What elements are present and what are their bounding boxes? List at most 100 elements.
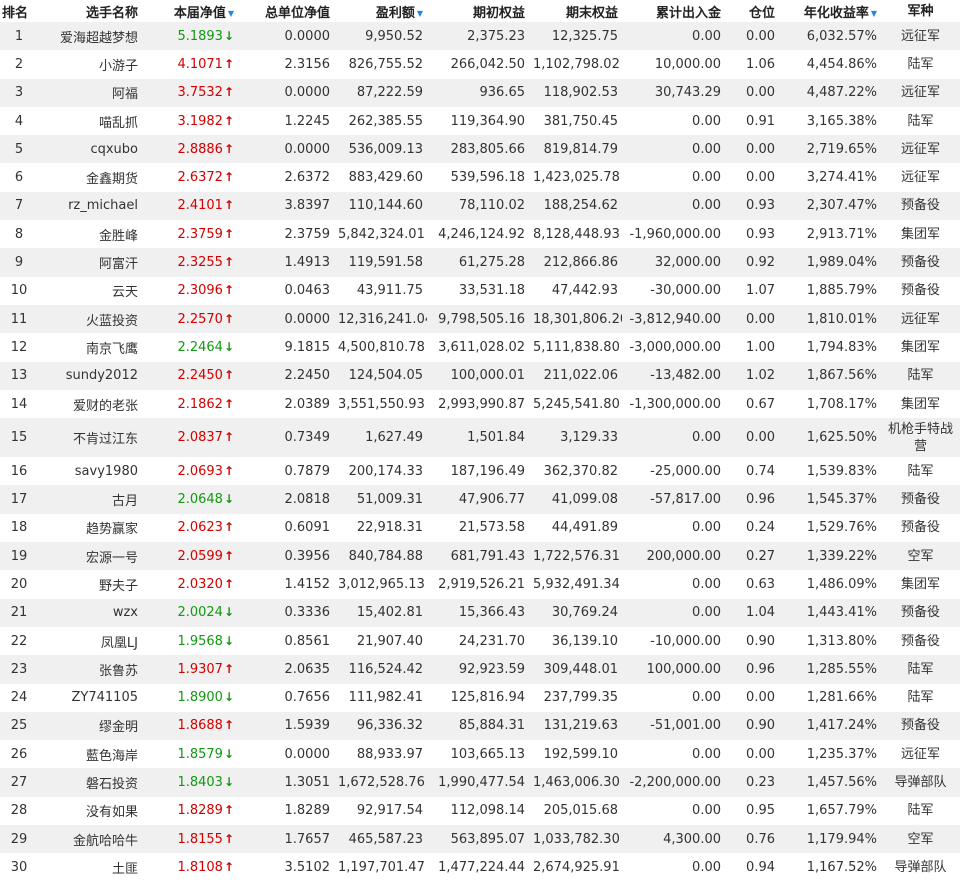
annual-cell: 1,794.83% <box>806 339 877 355</box>
position-cell: 0.93 <box>746 226 775 242</box>
army-cell: 预备役 <box>900 492 940 508</box>
army-cell: 预备役 <box>900 520 940 536</box>
end-equity-cell: 212,866.86 <box>543 255 618 271</box>
unit-nav-cell: 1.4152 <box>284 576 331 592</box>
name-cell: 南京飞鹰 <box>85 341 138 357</box>
nav-cell: 2.2570↑ <box>177 311 234 327</box>
header-net-flow: 累计出入金 <box>622 0 725 22</box>
army-cell: 导弹部队 <box>894 859 947 875</box>
end-equity-cell: 18,301,806.20 <box>533 311 622 327</box>
unit-nav-cell: 0.0000 <box>284 746 331 762</box>
army-cell: 集团军 <box>900 396 940 412</box>
arrow-up-icon: ↑ <box>223 430 234 445</box>
end-equity-cell: 8,128,448.93 <box>533 226 620 242</box>
rank-cell: 15 <box>10 430 28 446</box>
unit-nav-cell: 2.0818 <box>284 492 331 508</box>
army-cell: 机枪手特战营 <box>887 421 953 454</box>
name-cell: 土匪 <box>111 861 138 877</box>
position-cell: 0.74 <box>746 463 775 479</box>
table-row: 13 sundy2012 2.2450↑ 2.2450 124,504.05 100,00… <box>0 361 960 390</box>
rank-cell: 30 <box>10 859 28 875</box>
nav-cell: 2.0837↑ <box>177 430 234 446</box>
position-cell: 1.02 <box>746 368 775 384</box>
table-row: 15 不肯过江东 2.0837↑ 0.7349 1,627.49 1,501.84 3,12… <box>0 418 960 458</box>
profit-cell: 200,174.33 <box>348 463 423 479</box>
unit-nav-cell: 3.8397 <box>284 198 331 214</box>
profit-cell: 43,911.75 <box>356 283 423 299</box>
position-cell: 0.96 <box>746 492 775 508</box>
arrow-up-icon: ↑ <box>223 56 234 71</box>
arrow-up-icon: ↑ <box>223 255 234 270</box>
nav-cell: 1.8289↑ <box>177 803 234 819</box>
rank-cell: 26 <box>10 746 28 762</box>
table-row: 25 缪金明 1.8688↑ 1.5939 96,336.32 85,884.31 131,… <box>0 711 960 741</box>
name-cell: 野夫子 <box>98 578 138 594</box>
net-flow-cell: 0.00 <box>692 690 721 706</box>
profit-cell: 111,982.41 <box>348 690 423 706</box>
net-flow-cell: -2,200,000.00 <box>629 775 721 791</box>
net-flow-cell: 0.00 <box>692 576 721 592</box>
position-cell: 0.27 <box>746 548 775 564</box>
annual-cell: 4,487.22% <box>806 85 877 101</box>
name-cell: 趋势赢家 <box>85 522 138 538</box>
unit-nav-cell: 1.2245 <box>284 113 331 129</box>
unit-nav-cell: 0.0000 <box>284 28 331 44</box>
rank-cell: 21 <box>10 605 28 621</box>
end-equity-cell: 1,423,025.78 <box>533 170 620 186</box>
unit-nav-cell: 2.0635 <box>284 661 331 677</box>
annual-cell: 3,165.38% <box>806 113 877 129</box>
table-row: 2 小游子 4.1071↑ 2.3156 826,755.52 266,042.50 1,1… <box>0 50 960 79</box>
rank-cell: 4 <box>14 113 24 129</box>
army-cell: 预备役 <box>900 255 940 271</box>
start-equity-cell: 47,906.77 <box>458 492 525 508</box>
profit-cell: 3,551,550.93 <box>338 396 425 412</box>
nav-cell: 2.3759↑ <box>177 226 234 242</box>
nav-cell: 2.8886↑ <box>177 141 234 157</box>
nav-cell: 1.8900↓ <box>177 690 234 706</box>
name-cell: 阿福 <box>111 87 138 103</box>
unit-nav-cell: 2.3156 <box>284 56 331 72</box>
unit-nav-cell: 0.0000 <box>284 85 331 101</box>
end-equity-cell: 1,102,798.02 <box>533 56 620 72</box>
net-flow-cell: 0.00 <box>692 430 721 446</box>
start-equity-cell: 3,611,028.02 <box>438 339 525 355</box>
sort-down-icon[interactable]: ▼ <box>228 9 234 18</box>
unit-nav-cell: 0.6091 <box>284 520 331 536</box>
arrow-up-icon: ↑ <box>223 198 234 213</box>
position-cell: 0.90 <box>746 633 775 649</box>
rank-cell: 18 <box>10 520 28 536</box>
position-cell: 0.23 <box>746 775 775 791</box>
army-cell: 陆军 <box>907 803 934 819</box>
start-equity-cell: 539,596.18 <box>450 170 525 186</box>
header-nav[interactable]: 本届净值 ▼ <box>142 0 238 22</box>
header-annual[interactable]: 年化收益率 ▼ <box>779 0 881 22</box>
arrow-up-icon: ↑ <box>223 226 234 241</box>
annual-cell: 2,307.47% <box>806 198 877 214</box>
sort-down-icon[interactable]: ▼ <box>871 9 877 18</box>
start-equity-cell: 85,884.31 <box>458 718 525 734</box>
annual-cell: 1,539.83% <box>806 463 877 479</box>
net-flow-cell: 100,000.00 <box>646 661 721 677</box>
rank-cell: 2 <box>14 56 24 72</box>
profit-cell: 110,144.60 <box>348 198 423 214</box>
table-row: 12 南京飞鹰 2.2464↓ 9.1815 4,500,810.78 3,611,028… <box>0 333 960 362</box>
name-cell: 爱海超越梦想 <box>59 30 138 46</box>
end-equity-cell: 5,111,838.80 <box>533 339 620 355</box>
annual-cell: 6,032.57% <box>806 28 877 44</box>
army-cell: 预备役 <box>900 198 940 214</box>
sort-down-icon[interactable]: ▼ <box>417 9 423 18</box>
annual-cell: 1,167.52% <box>806 859 877 875</box>
header-start-equity: 期初权益 <box>427 0 529 22</box>
arrow-up-icon: ↑ <box>223 859 234 874</box>
rank-cell: 29 <box>10 831 28 847</box>
nav-cell: 1.8403↓ <box>177 775 234 791</box>
table-row: 28 没有如果 1.8289↑ 1.8289 92,917.54 112,098.14 20… <box>0 796 960 826</box>
table-row: 6 金鑫期货 2.6372↑ 2.6372 883,429.60 539,596.18 1,… <box>0 163 960 192</box>
arrow-up-icon: ↑ <box>223 368 234 383</box>
header-profit[interactable]: 盈利额 ▼ <box>334 0 427 22</box>
name-cell: ZY741105 <box>71 690 138 706</box>
rank-cell: 28 <box>10 803 28 819</box>
net-flow-cell: -1,300,000.00 <box>629 396 721 412</box>
arrow-up-icon: ↑ <box>223 520 234 535</box>
table-row: 24 ZY741105 1.8900↓ 0.7656 111,982.41 125,816… <box>0 683 960 712</box>
